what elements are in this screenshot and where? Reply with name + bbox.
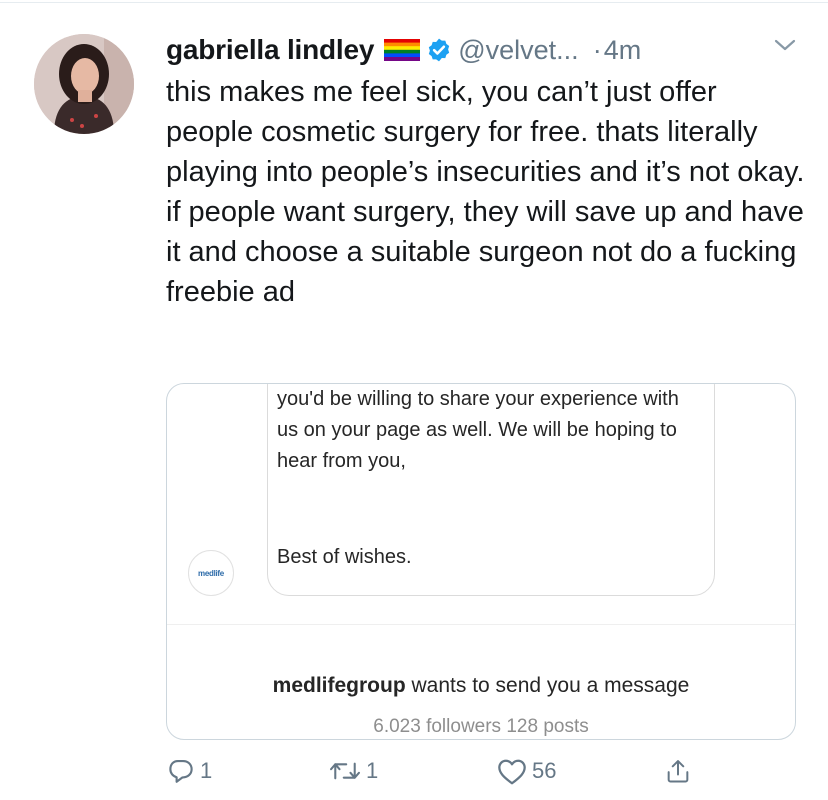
tweet-actions: 1 1 56: [166, 756, 806, 792]
avatar[interactable]: [34, 34, 134, 134]
avatar-photo: [34, 34, 134, 134]
retweet-button[interactable]: 1: [328, 756, 378, 786]
embedded-screenshot-card[interactable]: you'd be willing to share your experienc…: [166, 383, 796, 740]
tweet-header: gabriella lindley @velvet... · 4m: [166, 30, 641, 70]
reply-button[interactable]: 1: [166, 756, 212, 786]
like-button[interactable]: 56: [496, 756, 556, 786]
author-handle[interactable]: @velvet...: [458, 35, 578, 66]
top-divider: [0, 2, 828, 3]
chevron-down-icon[interactable]: [772, 36, 798, 54]
tweet-timestamp[interactable]: 4m: [604, 35, 642, 66]
separator-dot: ·: [592, 34, 602, 65]
reply-icon: [169, 759, 193, 783]
reply-count: 1: [200, 758, 213, 783]
request-username: medlifegroup: [272, 674, 406, 697]
retweet-count: 1: [366, 758, 379, 783]
card-divider: [167, 624, 795, 625]
author-name[interactable]: gabriella lindley: [166, 34, 374, 66]
sender-logo-text: medlife: [198, 568, 224, 578]
tweet-text: this makes me feel sick, you can’t just …: [166, 76, 805, 308]
rainbow-flag-icon: [384, 39, 421, 61]
sender-logo: medlife: [188, 550, 234, 596]
retweet-icon: [330, 762, 360, 780]
share-button[interactable]: [664, 756, 692, 786]
message-text: you'd be willing to share your experienc…: [277, 388, 679, 472]
share-icon: [667, 760, 689, 783]
like-count: 56: [532, 758, 557, 783]
request-text: wants to send you a message: [405, 674, 690, 697]
profile-stats: 6.023 followers 128 posts: [373, 716, 589, 737]
like-icon: [498, 759, 526, 785]
message-signoff: Best of wishes.: [277, 546, 412, 568]
message-request-line: medlifegroup wants to send you a message: [167, 674, 795, 698]
verified-badge-icon: [429, 38, 450, 62]
